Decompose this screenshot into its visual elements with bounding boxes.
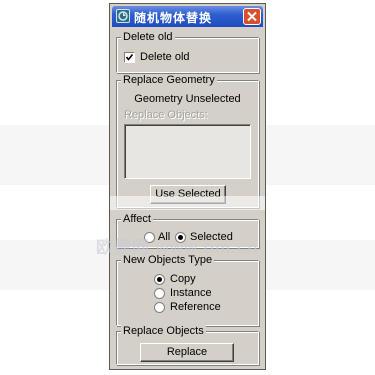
- instance-radio[interactable]: [154, 288, 165, 299]
- delete-old-group-title: Delete old: [121, 31, 175, 43]
- radio-dot: [157, 277, 162, 282]
- reference-label[interactable]: Reference: [170, 301, 221, 314]
- close-icon: [247, 11, 257, 22]
- delete-old-group: Delete old Delete old: [116, 31, 259, 73]
- replace-objects-listbox[interactable]: [124, 124, 251, 179]
- reference-radio[interactable]: [154, 302, 165, 313]
- delete-old-checkbox-label[interactable]: Delete old: [140, 51, 190, 64]
- copy-label[interactable]: Copy: [170, 273, 196, 286]
- replace-button[interactable]: Replace: [140, 343, 234, 362]
- close-button[interactable]: [243, 8, 261, 25]
- window-title: 随机物体替换: [134, 11, 213, 25]
- title-bar[interactable]: 随机物体替换: [112, 6, 263, 27]
- affect-group-title: Affect: [121, 213, 153, 225]
- replace-objects-group: Replace Objects Replace: [116, 325, 259, 365]
- replace-objects-group-title: Replace Objects: [121, 325, 206, 337]
- dialog-window: 随机物体替换 Delete old Delete old Replace Geo…: [109, 3, 266, 370]
- new-objects-type-group: New Objects Type Copy Instance Reference: [116, 254, 259, 326]
- replace-objects-list-label: Replace Objects:: [124, 109, 208, 121]
- checkmark-icon: [125, 54, 134, 61]
- replace-geometry-group-title: Replace Geometry: [121, 74, 217, 86]
- geometry-status-text: Geometry Unselected: [134, 93, 241, 105]
- delete-old-checkbox[interactable]: [124, 52, 135, 63]
- watermark-text: 欧模网 www.om.cn: [96, 238, 259, 257]
- replace-geometry-group: Replace Geometry Geometry Unselected Rep…: [116, 74, 259, 208]
- instance-label[interactable]: Instance: [170, 287, 212, 300]
- app-3dsmax-icon: [116, 9, 130, 23]
- blur-overlay: [110, 196, 265, 210]
- copy-radio[interactable]: [154, 274, 165, 285]
